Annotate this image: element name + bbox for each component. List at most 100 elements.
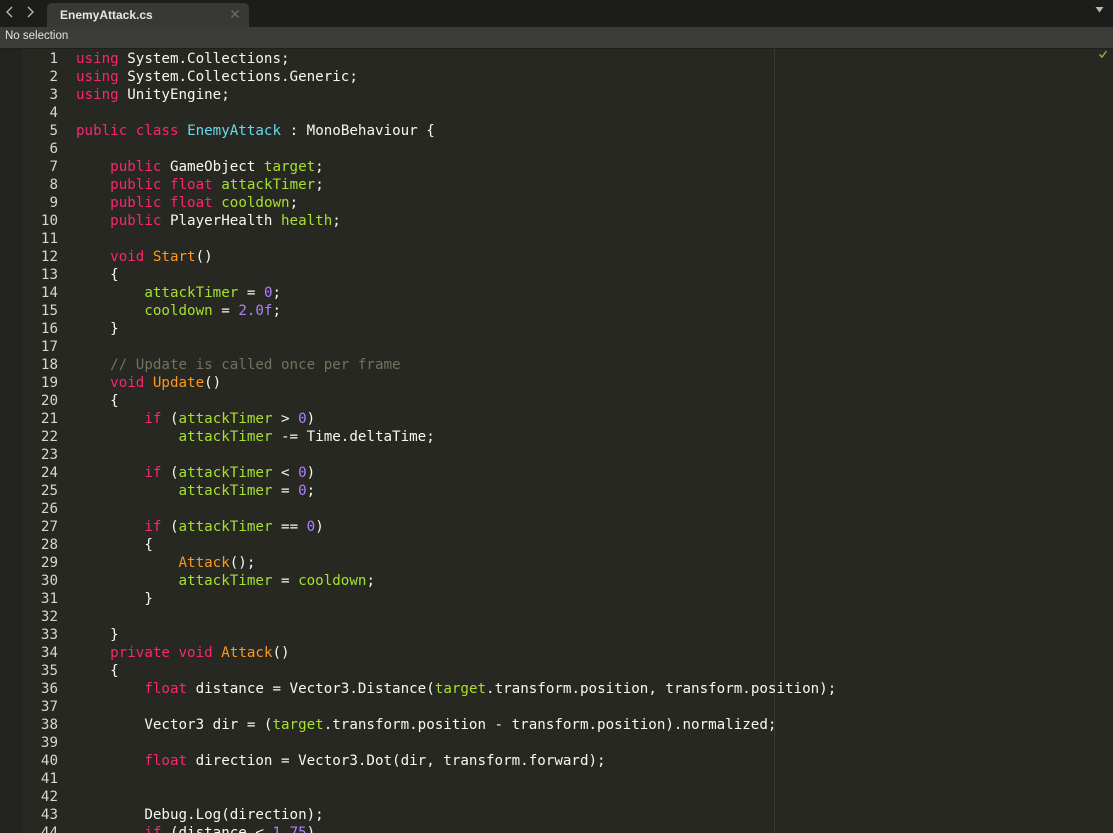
code-line[interactable]: 24 if (attackTimer < 0) xyxy=(0,464,1113,482)
code-token: (distance < xyxy=(161,825,273,833)
code-line[interactable]: 11 xyxy=(0,230,1113,248)
line-content: if (attackTimer == 0) xyxy=(76,518,324,536)
code-line[interactable]: 5 public class EnemyAttack : MonoBehaviou… xyxy=(0,122,1113,140)
code-token: = xyxy=(272,573,299,589)
code-line[interactable]: 1 using System.Collections; xyxy=(0,50,1113,68)
code-line[interactable]: 9 public float cooldown; xyxy=(0,194,1113,212)
code-line[interactable]: 7 public GameObject target; xyxy=(0,158,1113,176)
code-line[interactable]: 34 private void Attack() xyxy=(0,644,1113,662)
code-line[interactable]: 26 xyxy=(0,500,1113,518)
line-content: Debug.Log(direction); xyxy=(76,806,324,824)
code-line[interactable]: 33 } xyxy=(0,626,1113,644)
code-token: 0 xyxy=(298,483,307,499)
line-number: 24 xyxy=(40,465,58,481)
code-line[interactable]: 35 { xyxy=(0,662,1113,680)
line-content: Attack(); xyxy=(76,554,256,572)
code-line[interactable]: 36 float distance = Vector3.Distance(tar… xyxy=(0,680,1113,698)
code-line[interactable]: 14 attackTimer = 0; xyxy=(0,284,1113,302)
code-token: float xyxy=(144,681,188,697)
code-token: void xyxy=(110,375,145,391)
code-line[interactable]: 6 xyxy=(0,140,1113,158)
code-line[interactable]: 8 public float attackTimer; xyxy=(0,176,1113,194)
code-line[interactable]: 2 using System.Collections.Generic; xyxy=(0,68,1113,86)
code-token: using xyxy=(76,51,119,67)
code-line[interactable]: 40 float direction = Vector3.Dot(dir, tr… xyxy=(0,752,1113,770)
code-line[interactable]: 28 { xyxy=(0,536,1113,554)
code-token: System.Collections; xyxy=(118,51,290,67)
code-token: if xyxy=(144,465,162,481)
code-line[interactable]: 13 { xyxy=(0,266,1113,284)
code-token: ) xyxy=(315,519,324,535)
code-line[interactable]: 19 void Update() xyxy=(0,374,1113,392)
code-line[interactable]: 10 public PlayerHealth health; xyxy=(0,212,1113,230)
code-line[interactable]: 12 void Start() xyxy=(0,248,1113,266)
code-token: public xyxy=(110,195,162,211)
code-line[interactable]: 31 } xyxy=(0,590,1113,608)
code-token: Update xyxy=(152,375,205,391)
code-token: ; xyxy=(289,195,299,211)
code-token: = xyxy=(272,483,299,499)
code-line[interactable]: 23 xyxy=(0,446,1113,464)
code-line[interactable]: 39 xyxy=(0,734,1113,752)
code-token: System.Collections.Generic; xyxy=(118,69,358,85)
code-token: { xyxy=(76,393,119,409)
line-content: { xyxy=(76,662,119,680)
code-line[interactable]: 4 xyxy=(0,104,1113,122)
code-line[interactable]: 44 if (distance < 1.75) xyxy=(0,824,1113,833)
chevron-left-icon[interactable] xyxy=(2,4,18,20)
code-line[interactable]: 25 attackTimer = 0; xyxy=(0,482,1113,500)
line-number: 10 xyxy=(40,213,58,229)
close-icon[interactable] xyxy=(228,7,242,21)
code-line[interactable]: 16 } xyxy=(0,320,1113,338)
code-line[interactable]: 3 using UnityEngine; xyxy=(0,86,1113,104)
code-token: Debug.Log(direction); xyxy=(76,807,324,823)
code-token: { xyxy=(76,537,153,553)
code-line[interactable]: 20 { xyxy=(0,392,1113,410)
code-editor[interactable]: 1 using System.Collections; 2 using System.… xyxy=(0,49,1113,833)
code-token: < xyxy=(272,465,299,481)
code-line[interactable]: 38 Vector3 dir = (target.transform.posit… xyxy=(0,716,1113,734)
line-number: 41 xyxy=(40,771,58,787)
code-line[interactable]: 37 xyxy=(0,698,1113,716)
code-token: == xyxy=(272,519,307,535)
tab-enemyattack[interactable]: EnemyAttack.cs xyxy=(47,3,249,27)
line-content: attackTimer = 0; xyxy=(76,482,316,500)
code-line[interactable]: 18 // Update is called once per frame xyxy=(0,356,1113,374)
line-content: float direction = Vector3.Dot(dir, trans… xyxy=(76,752,605,770)
line-content: public GameObject target; xyxy=(76,158,324,176)
code-line[interactable]: 22 attackTimer -= Time.deltaTime; xyxy=(0,428,1113,446)
line-number: 8 xyxy=(49,177,58,193)
line-content: public float cooldown; xyxy=(76,194,298,212)
code-token: private xyxy=(110,645,170,661)
code-line[interactable]: 27 if (attackTimer == 0) xyxy=(0,518,1113,536)
triangle-down-icon[interactable] xyxy=(1095,5,1104,19)
code-token: ) xyxy=(306,825,316,833)
code-line[interactable]: 43 Debug.Log(direction); xyxy=(0,806,1113,824)
code-line[interactable]: 41 xyxy=(0,770,1113,788)
code-line[interactable]: 29 Attack(); xyxy=(0,554,1113,572)
code-line[interactable]: 42 xyxy=(0,788,1113,806)
chevron-right-icon[interactable] xyxy=(22,4,38,20)
code-line[interactable]: 21 if (attackTimer > 0) xyxy=(0,410,1113,428)
code-token: 0 xyxy=(298,411,307,427)
line-content: } xyxy=(76,590,153,608)
code-token: 0 xyxy=(306,519,316,535)
line-content: if (distance < 1.75) xyxy=(76,824,315,833)
code-line[interactable]: 30 attackTimer = cooldown; xyxy=(0,572,1113,590)
code-line[interactable]: 32 xyxy=(0,608,1113,626)
code-line[interactable]: 17 xyxy=(0,338,1113,356)
code-token: PlayerHealth xyxy=(161,213,282,229)
code-line[interactable]: 15 cooldown = 2.0f; xyxy=(0,302,1113,320)
line-number: 25 xyxy=(40,483,58,499)
code-token: attackTimer xyxy=(144,285,239,301)
code-token: target xyxy=(263,159,316,175)
line-content: } xyxy=(76,320,119,338)
line-number: 15 xyxy=(40,303,58,319)
